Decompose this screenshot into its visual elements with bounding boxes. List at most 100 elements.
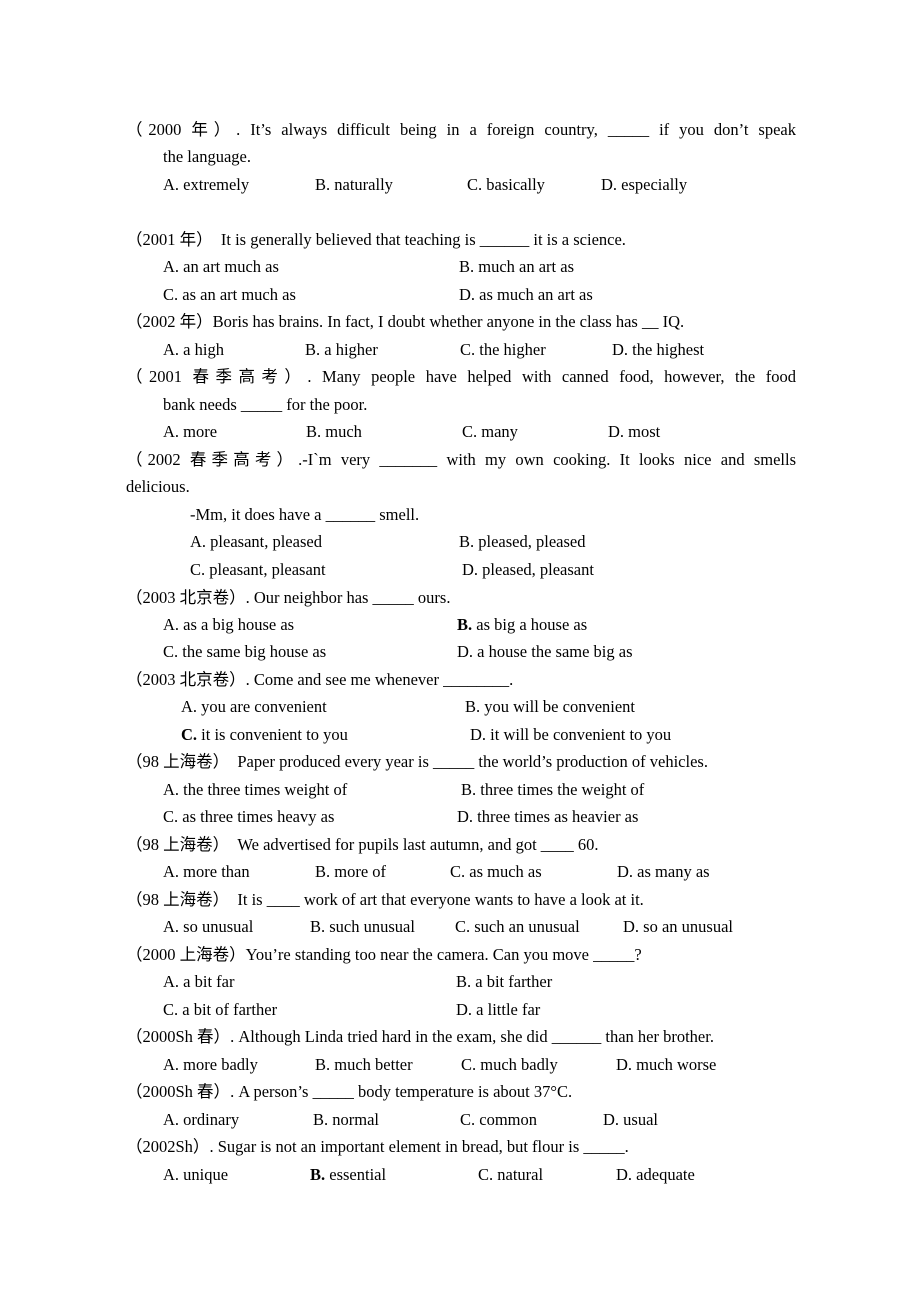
option-d: D. especially xyxy=(601,175,688,194)
option-d: D. much worse xyxy=(616,1055,717,1074)
question-source: （2001 春季高考） xyxy=(126,367,308,386)
option-a: A. a high xyxy=(163,340,224,359)
question-text: . Although Linda tried hard in the exam,… xyxy=(230,1027,714,1046)
option-b: B. normal xyxy=(313,1110,379,1129)
question-source: （2003 北京卷） xyxy=(126,588,246,607)
question-stem: （2003 北京卷）. Our neighbor has _____ ours. xyxy=(126,588,450,608)
option-a: A. unique xyxy=(163,1165,229,1184)
question-stem: （2001 春季高考）. Many people have helped wit… xyxy=(126,367,796,387)
option-b: B. much better xyxy=(315,1055,413,1074)
option-d: D. the highest xyxy=(612,340,705,359)
question-stem: （98 上海卷） It is ____ work of art that eve… xyxy=(126,890,644,910)
option-d: D. it will be convenient to you xyxy=(470,725,672,744)
question-text: Paper produced every year is _____ the w… xyxy=(229,752,708,771)
question-stem: （2000 上海卷）You’re standing too near the c… xyxy=(126,945,642,965)
question-stem: （2002 年）Boris has brains. In fact, I dou… xyxy=(126,312,684,332)
dialog-line: -Mm, it does have a ______ smell. xyxy=(190,505,420,524)
option-text: it is convenient to you xyxy=(201,725,348,744)
question-stem-continued: the language. xyxy=(163,147,251,166)
option-d: D. pleased, pleasant xyxy=(462,560,594,579)
option-c: C. the same big house as xyxy=(163,642,327,661)
question-source: （2002Sh） xyxy=(126,1137,210,1156)
option-c: C. as much as xyxy=(450,862,542,881)
question-text: . A person’s _____ body temperature is a… xyxy=(230,1082,573,1101)
option-b: B. pleased, pleased xyxy=(459,532,586,551)
option-b: B. three times the weight of xyxy=(461,780,645,799)
option-a: A. as a big house as xyxy=(163,615,295,634)
question-stem: （2002Sh）. Sugar is not an important elem… xyxy=(126,1137,629,1157)
option-b: B. a bit farther xyxy=(456,972,553,991)
question-source: （98 上海卷） xyxy=(126,890,230,909)
option-d: D. adequate xyxy=(616,1165,695,1184)
option-b: B. much xyxy=(306,422,362,441)
question-stem-continued: delicious. xyxy=(126,477,190,496)
option-d: D. most xyxy=(608,422,661,441)
option-c: C. a bit of farther xyxy=(163,1000,278,1019)
question-stem: （2000Sh 春）. Although Linda tried hard in… xyxy=(126,1027,714,1047)
option-a: A. an art much as xyxy=(163,257,279,276)
option-d: D. a house the same big as xyxy=(457,642,633,661)
question-text: You’re standing too near the camera. Can… xyxy=(245,945,642,964)
option-a: A. a bit far xyxy=(163,972,235,991)
option-a: A. the three times weight of xyxy=(163,780,348,799)
option-d: D. as many as xyxy=(617,862,710,881)
option-a: A. ordinary xyxy=(163,1110,240,1129)
question-source: （2000Sh 春） xyxy=(126,1027,231,1046)
question-text: We advertised for pupils last autumn, an… xyxy=(229,835,599,854)
question-source: （2003 北京卷） xyxy=(126,670,246,689)
option-text: essential xyxy=(329,1165,387,1184)
option-c: C. common xyxy=(460,1110,537,1129)
question-source: （98 上海卷） xyxy=(126,752,230,771)
question-source: （98 上海卷） xyxy=(126,835,230,854)
option-d: D. as much an art as xyxy=(459,285,593,304)
option-c: C. as an art much as xyxy=(163,285,296,304)
option-b: B. more of xyxy=(315,862,387,881)
option-c: C. such an unusual xyxy=(455,917,580,936)
option-c: C. as three times heavy as xyxy=(163,807,335,826)
option-d: D. three times as heavier as xyxy=(457,807,639,826)
question-text: . Come and see me whenever ________. xyxy=(245,670,514,689)
document-page: （2000 年）. It’s always difficult being in… xyxy=(0,0,920,1300)
question-stem: （2003 北京卷）. Come and see me whenever ___… xyxy=(126,670,513,690)
question-stem: （2000Sh 春）. A person’s _____ body temper… xyxy=(126,1082,572,1102)
question-stem: （2000 年）. It’s always difficult being in… xyxy=(126,120,796,140)
question-text: It is generally believed that teaching i… xyxy=(212,230,626,249)
option-b: B. much an art as xyxy=(459,257,575,276)
question-text: It is ____ work of art that everyone wan… xyxy=(229,890,644,909)
question-source: （2002 年） xyxy=(126,312,213,331)
question-stem: （2001 年） It is generally believed that t… xyxy=(126,230,626,250)
question-text: .-I`m very _______ with my own cooking. … xyxy=(298,450,797,469)
option-a: A. pleasant, pleased xyxy=(190,532,322,551)
option-d: D. a little far xyxy=(456,1000,541,1019)
option-text: as big a house as xyxy=(476,615,588,634)
answer-letter-bold: B. xyxy=(310,1165,326,1184)
option-a: A. extremely xyxy=(163,175,250,194)
option-c: C. many xyxy=(462,422,518,441)
option-b: B. naturally xyxy=(315,175,393,194)
question-stem: （98 上海卷） Paper produced every year is __… xyxy=(126,752,708,772)
option-b: B. as big a house as xyxy=(457,615,587,635)
option-c: C. much badly xyxy=(461,1055,558,1074)
option-d: D. usual xyxy=(603,1110,658,1129)
question-text: . Our neighbor has _____ ours. xyxy=(245,588,451,607)
option-b: B. you will be convenient xyxy=(465,697,636,716)
question-stem: （98 上海卷） We advertised for pupils last a… xyxy=(126,835,599,855)
option-c: C. it is convenient to you xyxy=(181,725,348,745)
question-text: Boris has brains. In fact, I doubt wheth… xyxy=(212,312,685,331)
option-c: C. pleasant, pleasant xyxy=(190,560,326,579)
option-c: C. natural xyxy=(478,1165,544,1184)
option-a: A. more xyxy=(163,422,218,441)
option-d: D. so an unusual xyxy=(623,917,733,936)
answer-letter-bold: B. xyxy=(457,615,473,634)
question-text: . It’s always difficult being in a forei… xyxy=(236,120,797,139)
option-b: B. such unusual xyxy=(310,917,415,936)
question-text: . Many people have helped with canned fo… xyxy=(307,367,797,386)
question-stem-continued: bank needs _____ for the poor. xyxy=(163,395,368,414)
question-source: （2000Sh 春） xyxy=(126,1082,231,1101)
question-text: . Sugar is not an important element in b… xyxy=(209,1137,629,1156)
option-a: A. you are convenient xyxy=(181,697,327,716)
question-source: （2001 年） xyxy=(126,230,213,249)
option-b: B. essential xyxy=(310,1165,386,1185)
question-stem: （2002 春季高考）.-I`m very _______ with my ow… xyxy=(126,450,796,470)
option-c: C. basically xyxy=(467,175,545,194)
